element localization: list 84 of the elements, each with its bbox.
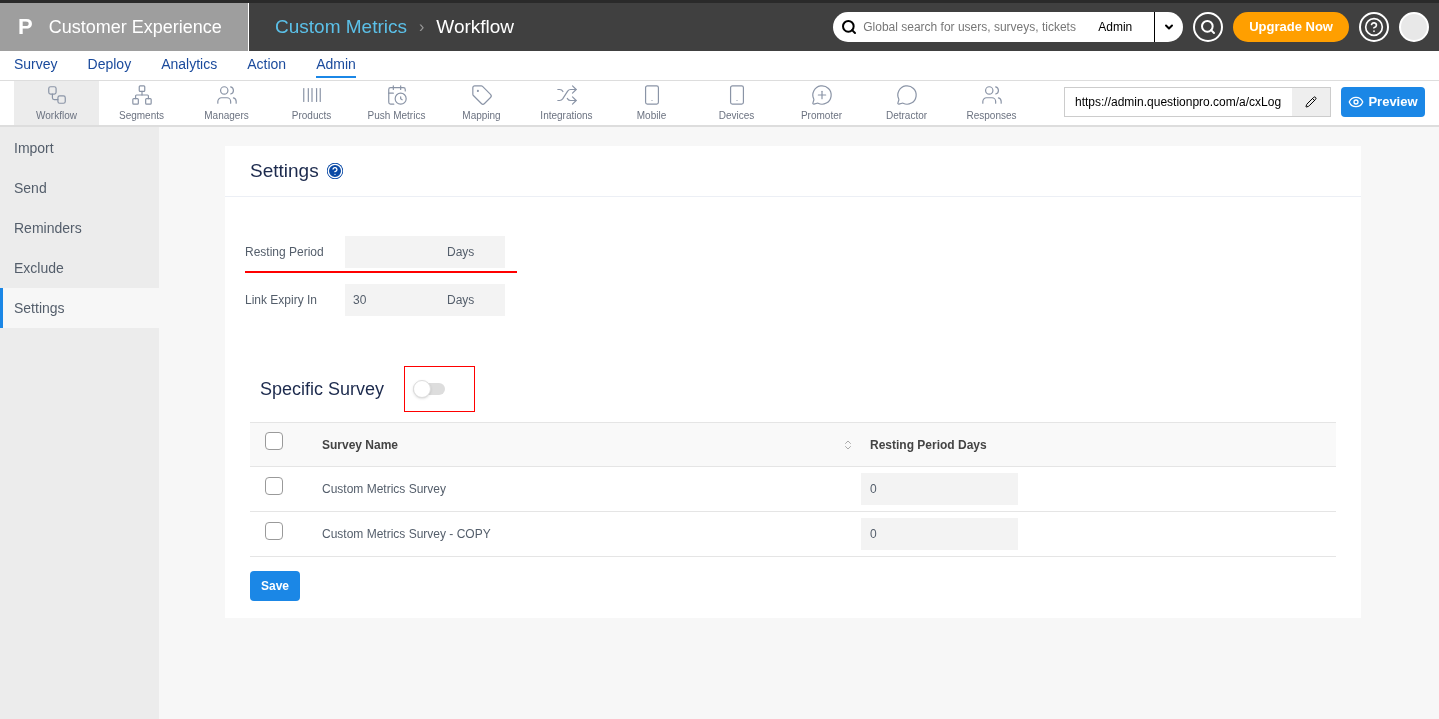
column-header[interactable]: Survey Name <box>322 435 842 454</box>
people-icon <box>980 83 1003 106</box>
toolbar-item[interactable]: Mapping <box>439 81 524 125</box>
toolbar-label: Mapping <box>462 108 501 123</box>
sidebar-item[interactable]: Settings <box>0 288 159 328</box>
avatar[interactable] <box>1399 12 1429 42</box>
help-icon <box>326 163 343 179</box>
toolbar-label: Segments <box>119 108 164 123</box>
toolbar-label: Products <box>291 108 332 123</box>
chevron-icon: › <box>418 15 425 39</box>
search-input[interactable]: Global search for users, surveys, tickets <box>863 18 1099 36</box>
workflow-icon <box>45 83 68 106</box>
shuffle-icon <box>555 83 578 106</box>
scope-label: Admin <box>1098 19 1134 36</box>
checkbox[interactable] <box>265 521 283 540</box>
nav-tab[interactable]: Action <box>247 53 287 78</box>
preview-button[interactable]: Preview <box>1341 87 1425 117</box>
toolbar-label: Workflow <box>36 108 77 123</box>
toolbar-label: Push Metrics <box>367 108 426 123</box>
toolbar-label: Promoter <box>800 108 843 123</box>
section-title: Specific Survey <box>260 377 385 401</box>
field-label: Resting Period <box>245 244 325 261</box>
table-cell-text: Custom Metrics Survey <box>322 481 448 498</box>
sidebar-item[interactable]: Exclude <box>0 248 159 288</box>
unit-label: Days <box>447 292 475 309</box>
toolbar-label: Managers <box>204 108 249 123</box>
product-name: Customer Experience <box>48 15 222 39</box>
toolbar-label: Mobile <box>636 108 667 123</box>
toolbar-item[interactable]: Segments <box>99 81 184 125</box>
toolbar-item[interactable]: Managers <box>184 81 269 125</box>
field-label: Link Expiry In <box>245 292 319 309</box>
toolbar-item[interactable]: Mobile <box>609 81 694 125</box>
sort-icon[interactable] <box>842 438 854 451</box>
save-button[interactable]: Save <box>250 571 301 601</box>
toolbar-label: Integrations <box>540 108 593 123</box>
toolbar-item[interactable]: Products <box>269 81 354 125</box>
calendar-clock-icon <box>385 83 408 106</box>
nav-tab[interactable]: Admin <box>316 53 356 78</box>
nav-tab[interactable]: Survey <box>14 53 58 78</box>
url-text: https://admin.questionpro.com/a/cxLog <box>1074 94 1283 111</box>
nav-tab[interactable]: Deploy <box>87 53 132 78</box>
breadcrumb-current: Workflow <box>436 14 515 39</box>
resting-period-input[interactable]: 0 <box>861 473 1018 505</box>
checkbox[interactable] <box>265 432 283 450</box>
search-field[interactable]: Global search for users, surveys, tickets Admin <box>833 12 1184 42</box>
toolbar-item[interactable]: Promoter <box>779 81 864 125</box>
toolbar-item[interactable]: Detractor <box>864 81 949 125</box>
toggle-switch[interactable] <box>413 383 446 395</box>
page-title: Settings <box>250 158 319 183</box>
sidebar-item[interactable]: Import <box>0 128 159 168</box>
logo-icon: P <box>18 16 33 38</box>
toolbar-item[interactable]: Push Metrics <box>354 81 439 125</box>
toolbar-label: Devices <box>718 108 755 123</box>
url-field[interactable]: https://admin.questionpro.com/a/cxLog <box>1064 87 1331 117</box>
breadcrumb-link[interactable]: Custom Metrics <box>275 12 407 42</box>
search-icon <box>841 19 858 35</box>
search-icon <box>1200 19 1217 35</box>
toolbar-item[interactable]: Integrations <box>524 81 609 125</box>
resting-period-input[interactable]: 0 <box>861 518 1018 550</box>
toolbar-item[interactable]: Devices <box>694 81 779 125</box>
unit-label: Days <box>447 244 475 261</box>
number-field[interactable]: 30 Days <box>345 284 505 316</box>
toolbar-item[interactable]: Workflow <box>14 81 99 125</box>
field-value: 30 <box>353 292 368 309</box>
chat-plus-icon <box>810 83 833 106</box>
column-header: Resting Period Days <box>870 436 987 454</box>
number-field[interactable]: Days <box>345 236 505 268</box>
sidebar-item[interactable]: Send <box>0 168 159 208</box>
toolbar-label: Responses <box>966 108 1017 123</box>
checkbox[interactable] <box>265 476 283 495</box>
eye-icon <box>1348 94 1365 110</box>
nav-tab[interactable]: Analytics <box>161 53 218 78</box>
search-button[interactable] <box>1193 12 1224 42</box>
help-icon <box>1364 17 1384 37</box>
toolbar-label: Detractor <box>885 108 928 123</box>
toolbar-item[interactable]: Responses <box>949 81 1034 125</box>
pencil-icon <box>1305 96 1318 108</box>
hierarchy-icon <box>130 83 153 106</box>
tag-icon <box>470 83 493 106</box>
people-icon <box>215 83 238 106</box>
table-cell-text: Custom Metrics Survey - COPY <box>322 526 492 543</box>
help-button[interactable] <box>1359 12 1389 42</box>
edit-button[interactable] <box>1292 88 1330 116</box>
sidebar-item[interactable]: Reminders <box>0 208 159 248</box>
